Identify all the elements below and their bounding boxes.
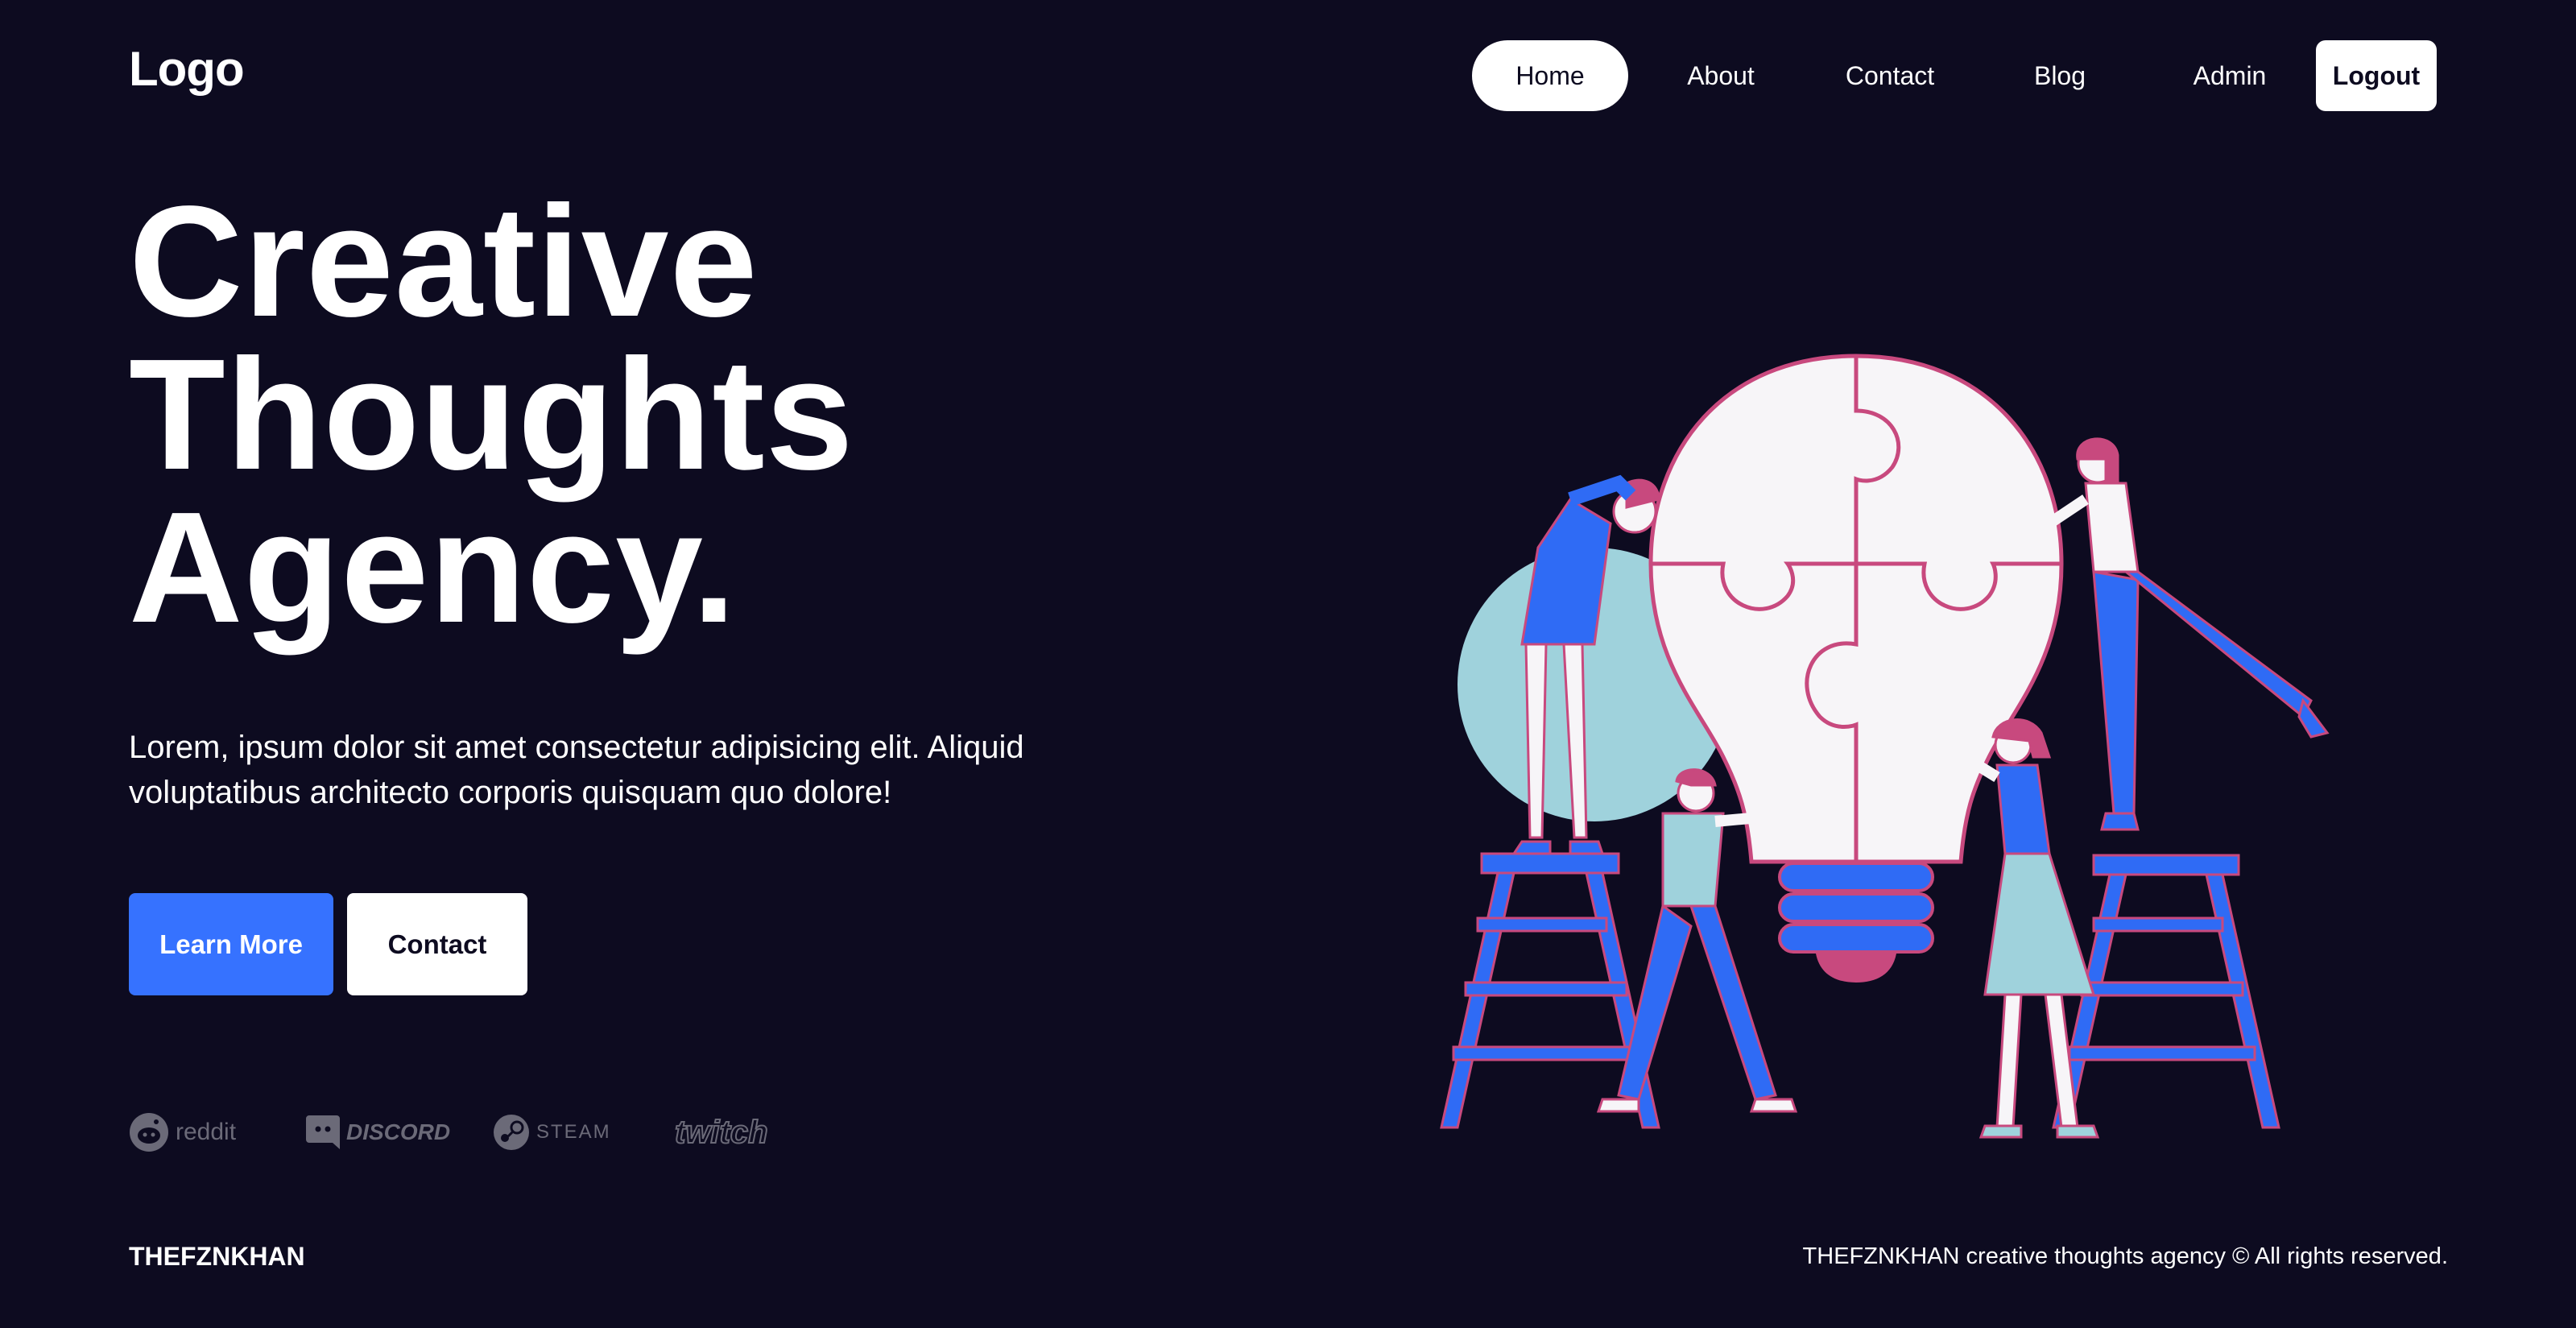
- nav-contact-link[interactable]: Contact: [1813, 40, 1966, 111]
- footer-brand: THEFZNKHAN: [129, 1242, 305, 1271]
- hero-title: Creative Thoughts Agency.: [129, 173, 854, 656]
- nav-blog-link[interactable]: Blog: [1966, 40, 2153, 111]
- twitch-logo: twitch: [674, 1108, 769, 1156]
- twitch-wordmark: twitch: [674, 1114, 769, 1151]
- reddit-wordmark: reddit: [176, 1119, 237, 1145]
- steam-icon: [494, 1115, 529, 1150]
- nav-admin-link[interactable]: Admin: [2153, 40, 2306, 111]
- nav-home-link[interactable]: Home: [1472, 40, 1628, 111]
- hero-title-line-1: Creative: [129, 173, 759, 350]
- hero-illustration: [1440, 354, 2330, 1139]
- learn-more-button[interactable]: Learn More: [129, 893, 333, 995]
- reddit-icon: [130, 1113, 168, 1152]
- hero-title-line-3: Agency.: [129, 479, 737, 656]
- reddit-logo: reddit: [129, 1108, 236, 1156]
- partner-logos: reddit DISCORD STEAM twitch: [129, 1108, 797, 1156]
- logout-button[interactable]: Logout: [2316, 40, 2437, 111]
- discord-wordmark: DISCORD: [346, 1119, 451, 1144]
- person-top-right: [2010, 437, 2330, 831]
- site-logo[interactable]: Logo: [129, 45, 245, 93]
- steam-logo: STEAM: [493, 1108, 611, 1156]
- discord-icon: [306, 1115, 340, 1149]
- nav-about-link[interactable]: About: [1628, 40, 1813, 111]
- hero-description: Lorem, ipsum dolor sit amet consectetur …: [129, 730, 1024, 810]
- contact-button[interactable]: Contact: [347, 893, 527, 995]
- footer-copyright: THEFZNKHAN creative thoughts agency © Al…: [1802, 1243, 2448, 1269]
- person-bottom-left: [1596, 768, 1805, 1113]
- steam-wordmark: STEAM: [536, 1121, 611, 1143]
- discord-logo: DISCORD: [306, 1108, 450, 1156]
- main-nav: Home About Contact Blog Admin Logout: [1472, 40, 2437, 111]
- hero-title-line-2: Thoughts: [129, 326, 854, 503]
